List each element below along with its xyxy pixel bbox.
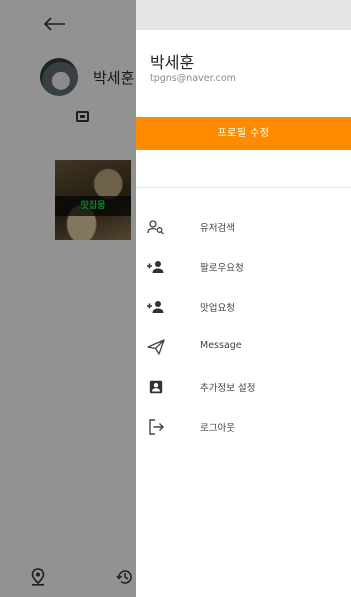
menu-item-logout[interactable]: 로그아웃: [136, 408, 351, 448]
menu-item-label: 로그아웃: [200, 423, 235, 434]
menu-item-label: 추가정보 설정: [200, 383, 256, 394]
person-add-icon: [146, 298, 166, 316]
menu-item-user-search[interactable]: 유저검색: [136, 208, 351, 248]
menu-item-label: 유저검색: [200, 223, 235, 234]
navigation-drawer: 박세훈 tpgns@naver.com 프로필 수정 유저검색 팔로우요청 맛업…: [136, 0, 351, 597]
drawer-user-name: 박세훈: [150, 53, 195, 72]
person-add-icon: [146, 258, 166, 276]
edit-profile-button[interactable]: 프로필 수정: [136, 117, 351, 150]
menu-item-message[interactable]: Message: [136, 328, 351, 368]
menu-item-extra-settings[interactable]: 추가정보 설정: [136, 368, 351, 408]
logout-icon: [146, 418, 166, 436]
user-search-icon: [146, 218, 166, 236]
drawer-menu: 유저검색 팔로우요청 맛업요청 Message 추가정보 설정 로그아웃: [136, 208, 351, 448]
account-box-icon: [146, 378, 166, 396]
send-icon: [146, 338, 166, 356]
menu-item-label: Message: [200, 340, 242, 351]
drawer-status-bar: [136, 0, 351, 30]
menu-item-matup-requests[interactable]: 맛업요청: [136, 288, 351, 328]
menu-item-label: 맛업요청: [200, 303, 235, 314]
drawer-user-email: tpgns@naver.com: [150, 73, 236, 84]
menu-item-label: 팔로우요청: [200, 263, 244, 274]
menu-item-follow-requests[interactable]: 팔로우요청: [136, 248, 351, 288]
divider: [136, 187, 351, 188]
